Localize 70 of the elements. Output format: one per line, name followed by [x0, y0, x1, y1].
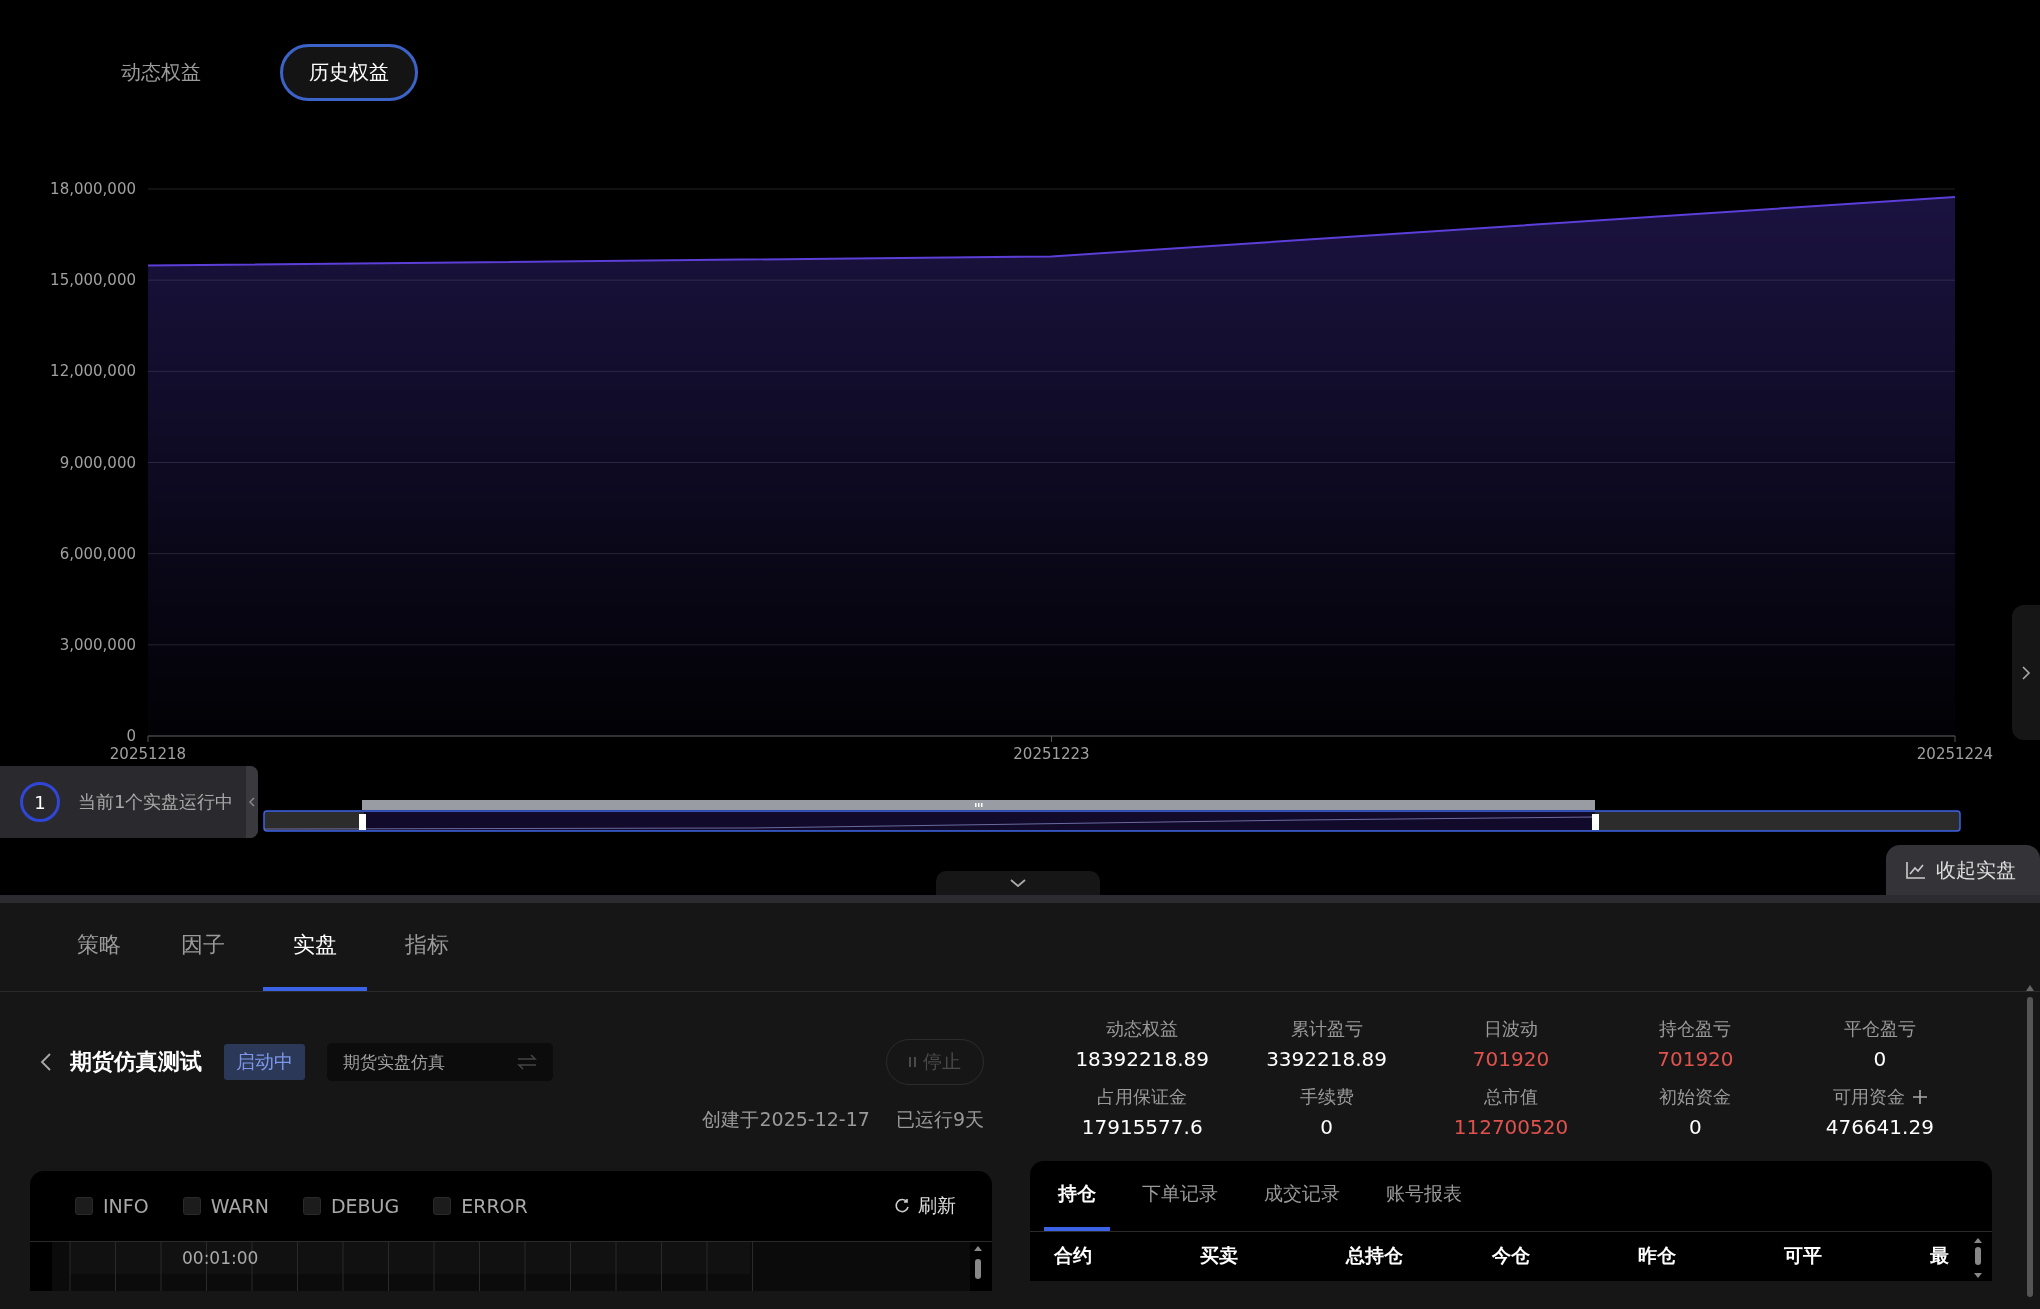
level-checkbox[interactable]: INFO [75, 1195, 149, 1217]
column-header: 总持仓 [1346, 1243, 1404, 1268]
y-axis-label: 15,000,000 [50, 271, 136, 290]
metric-label: 可用资金 [1832, 1085, 1905, 1109]
x-axis-label: 20251223 [1013, 745, 1090, 763]
column-header: 昨仓 [1638, 1243, 1677, 1268]
x-axis-label: 20251224 [1916, 745, 1994, 763]
metric-label: 平仓盈亏 [1843, 1017, 1916, 1041]
metric-value: 701920 [1472, 1047, 1550, 1071]
main-tab[interactable]: 因子 [159, 903, 247, 991]
column-header: 合约 [1054, 1243, 1093, 1268]
metric-value: 0 [1873, 1047, 1887, 1071]
metric-value: 701920 [1657, 1047, 1734, 1071]
collapse-caret-icon[interactable] [246, 766, 258, 838]
time-label: 00:01:00 [182, 1248, 259, 1268]
running-text: 当前1个实盘运行中 [78, 790, 234, 814]
view-tab[interactable]: 历史权益 [280, 43, 418, 101]
table-tab[interactable]: 持仓 [1044, 1161, 1110, 1231]
metric-label: 日波动 [1484, 1017, 1538, 1041]
back-icon[interactable] [40, 1052, 52, 1072]
metric-label: 动态权益 [1106, 1017, 1179, 1041]
y-axis-label: 12,000,000 [50, 362, 136, 381]
created-date: 创建于2025-12-17 [702, 1107, 870, 1132]
metric-value: 0 [1320, 1115, 1333, 1139]
column-header: 买卖 [1200, 1243, 1239, 1268]
x-axis-label: 20251218 [109, 745, 187, 763]
metric-label: 持仓盈亏 [1659, 1017, 1732, 1041]
column-header: 最 [1930, 1243, 1949, 1268]
running-count: 1 [20, 782, 60, 822]
view-tab[interactable]: 动态权益 [100, 43, 222, 101]
swap-icon [517, 1054, 537, 1070]
collapse-button[interactable]: 收起实盘 [1886, 845, 2040, 895]
chevron-down-icon [1009, 878, 1027, 888]
level-checkbox[interactable]: ERROR [433, 1195, 528, 1217]
metric-value: 476641.29 [1825, 1115, 1934, 1139]
main-tab[interactable]: 实盘 [263, 903, 367, 991]
y-axis-label: 0 [126, 727, 136, 745]
metric-value: 18392218.89 [1075, 1047, 1209, 1071]
column-header: 今仓 [1492, 1243, 1531, 1268]
metric-value: 3392218.89 [1266, 1047, 1388, 1071]
y-axis-label: 18,000,000 [50, 180, 136, 198]
mode-select[interactable]: 期货实盘仿真 [327, 1043, 553, 1081]
pause-icon [909, 1056, 917, 1068]
chevron-right-icon [2021, 664, 2031, 681]
metric-label: 占用保证金 [1097, 1085, 1188, 1109]
metric-label: 初始资金 [1659, 1085, 1732, 1109]
main-tab[interactable]: 策略 [55, 903, 143, 991]
metric-label: 总市值 [1484, 1085, 1538, 1109]
table-tab[interactable]: 成交记录 [1250, 1161, 1354, 1231]
y-axis-label: 3,000,000 [59, 635, 136, 654]
metric-value: 0 [1689, 1115, 1702, 1139]
account-title: 期货仿真测试 [70, 1048, 202, 1076]
level-checkbox[interactable]: DEBUG [302, 1195, 400, 1217]
level-checkbox[interactable]: WARN [182, 1195, 269, 1217]
running-days: 已运行9天 [895, 1107, 984, 1133]
line-chart-icon [1906, 861, 1926, 879]
metric-label: 累计盈亏 [1290, 1017, 1363, 1041]
metric-label: 手续费 [1299, 1085, 1354, 1109]
refresh-icon [894, 1198, 910, 1214]
metric-value: 112700520 [1453, 1115, 1569, 1139]
column-header: 可平 [1784, 1243, 1823, 1268]
add-icon[interactable] [1912, 1090, 1927, 1104]
table-tab[interactable]: 下单记录 [1128, 1161, 1232, 1231]
y-axis-label: 9,000,000 [59, 453, 136, 472]
y-axis-label: 6,000,000 [59, 544, 136, 563]
main-tab[interactable]: 指标 [383, 903, 471, 991]
table-tab[interactable]: 账号报表 [1372, 1161, 1476, 1231]
metric-value: 17915577.6 [1081, 1115, 1203, 1139]
status-badge: 启动中 [224, 1044, 305, 1080]
refresh-button[interactable]: 刷新 [888, 1192, 962, 1220]
